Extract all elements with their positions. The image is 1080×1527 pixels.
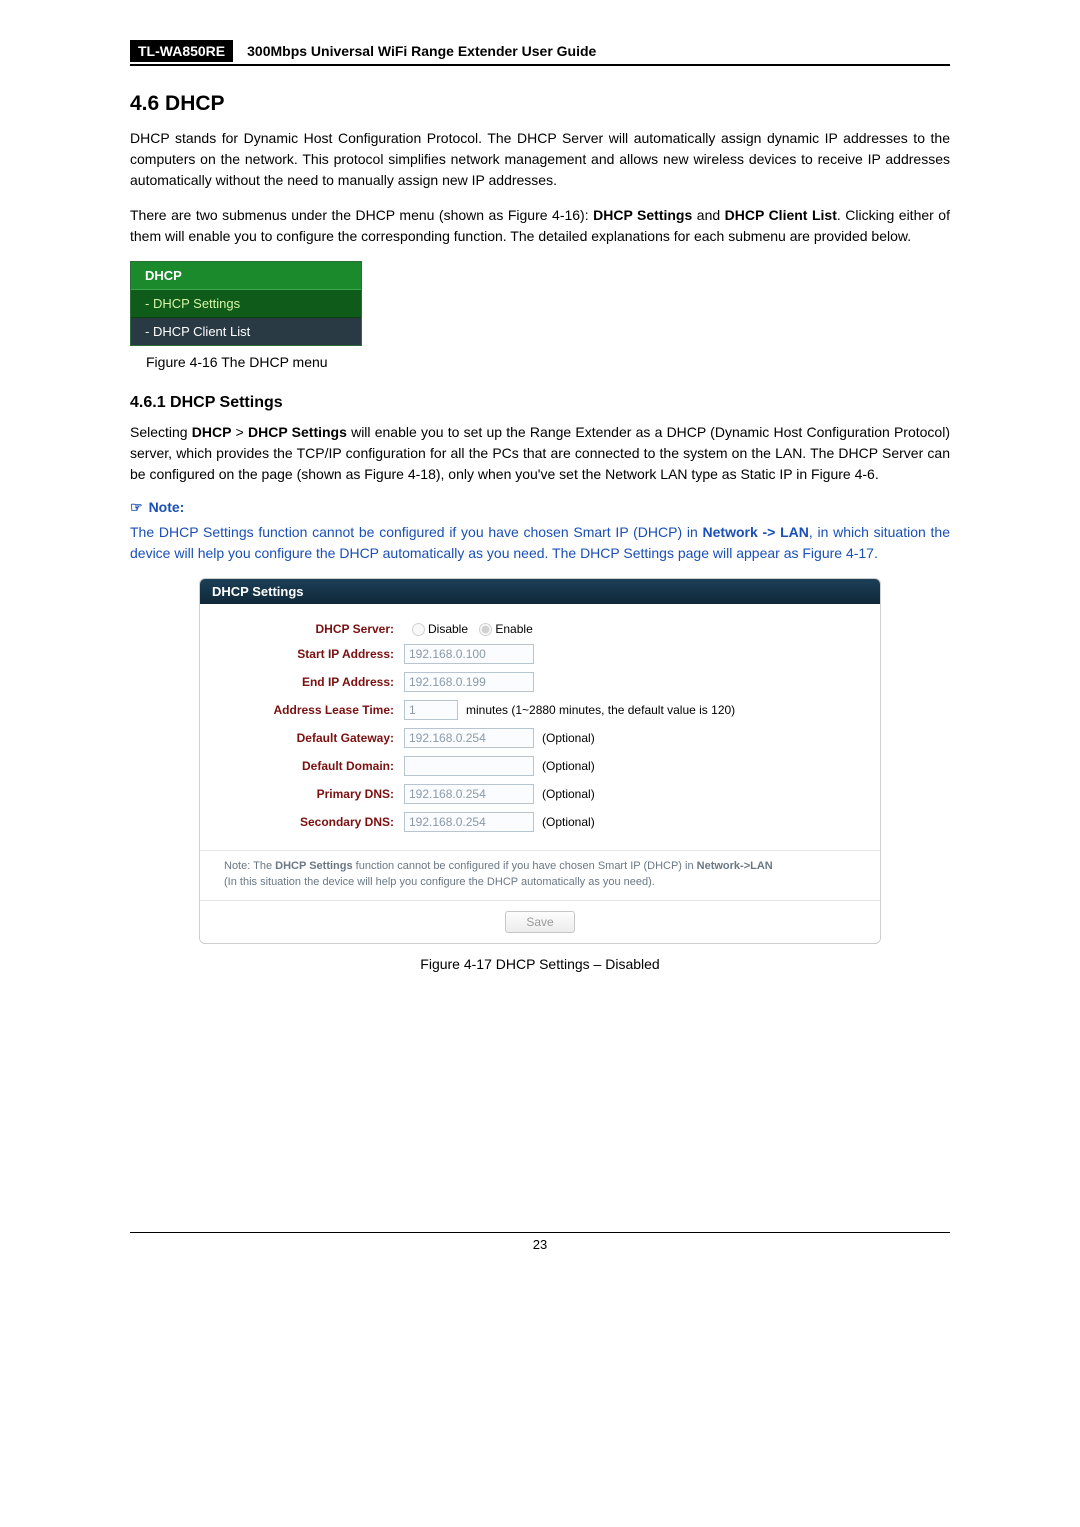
optional-hint: (Optional) (542, 759, 595, 773)
row-gateway: Default Gateway: (Optional) (224, 728, 856, 748)
menu-item-dhcp-client-list: - DHCP Client List (131, 318, 361, 345)
label-lease: Address Lease Time: (224, 703, 404, 717)
save-button[interactable]: Save (505, 911, 574, 933)
panel-title: DHCP Settings (200, 579, 880, 604)
label-end-ip: End IP Address: (224, 675, 404, 689)
input-domain[interactable] (404, 756, 534, 776)
figure-4-17-caption: Figure 4-17 DHCP Settings – Disabled (130, 956, 950, 972)
subsection-paragraph: Selecting DHCP > DHCP Settings will enab… (130, 422, 950, 485)
optional-hint: (Optional) (542, 731, 595, 745)
section-paragraph-1: DHCP stands for Dynamic Host Configurati… (130, 128, 950, 191)
row-start-ip: Start IP Address: (224, 644, 856, 664)
panel-note: Note: The DHCP Settings function cannot … (200, 850, 880, 900)
input-lease[interactable] (404, 700, 458, 720)
row-end-ip: End IP Address: (224, 672, 856, 692)
row-domain: Default Domain: (Optional) (224, 756, 856, 776)
note-text: The DHCP Settings function cannot be con… (130, 522, 950, 564)
page-number: 23 (130, 1233, 950, 1272)
doc-title: 300Mbps Universal WiFi Range Extender Us… (233, 43, 596, 59)
dhcp-settings-panel: DHCP Settings DHCP Server: Disable Enabl… (199, 578, 881, 944)
figure-4-16-caption: Figure 4-16 The DHCP menu (146, 354, 950, 370)
doc-header: TL-WA850RE 300Mbps Universal WiFi Range … (130, 40, 950, 62)
label-sdns: Secondary DNS: (224, 815, 404, 829)
row-dhcp-server: DHCP Server: Disable Enable (224, 622, 856, 636)
model-badge: TL-WA850RE (130, 40, 233, 62)
label-gateway: Default Gateway: (224, 731, 404, 745)
menu-item-dhcp-settings: - DHCP Settings (131, 290, 361, 318)
row-sdns: Secondary DNS: (Optional) (224, 812, 856, 832)
input-gateway[interactable] (404, 728, 534, 748)
lease-hint: minutes (1~2880 minutes, the default val… (466, 703, 735, 717)
dhcp-menu-screenshot: DHCP - DHCP Settings - DHCP Client List (130, 261, 362, 346)
section-heading: 4.6 DHCP (130, 92, 950, 116)
pointing-hand-icon: ☞ (130, 499, 143, 515)
input-start-ip[interactable] (404, 644, 534, 664)
note-label: ☞Note: (130, 499, 950, 516)
input-end-ip[interactable] (404, 672, 534, 692)
row-pdns: Primary DNS: (Optional) (224, 784, 856, 804)
section-paragraph-2: There are two submenus under the DHCP me… (130, 205, 950, 247)
label-domain: Default Domain: (224, 759, 404, 773)
menu-header: DHCP (131, 262, 361, 290)
radio-enable[interactable] (479, 623, 492, 636)
input-pdns[interactable] (404, 784, 534, 804)
label-pdns: Primary DNS: (224, 787, 404, 801)
row-lease: Address Lease Time: minutes (1~2880 minu… (224, 700, 856, 720)
header-rule (130, 64, 950, 66)
subsection-heading: 4.6.1 DHCP Settings (130, 394, 950, 412)
radio-disable[interactable] (412, 623, 425, 636)
label-start-ip: Start IP Address: (224, 647, 404, 661)
optional-hint: (Optional) (542, 787, 595, 801)
label-dhcp-server: DHCP Server: (224, 622, 404, 636)
input-sdns[interactable] (404, 812, 534, 832)
optional-hint: (Optional) (542, 815, 595, 829)
